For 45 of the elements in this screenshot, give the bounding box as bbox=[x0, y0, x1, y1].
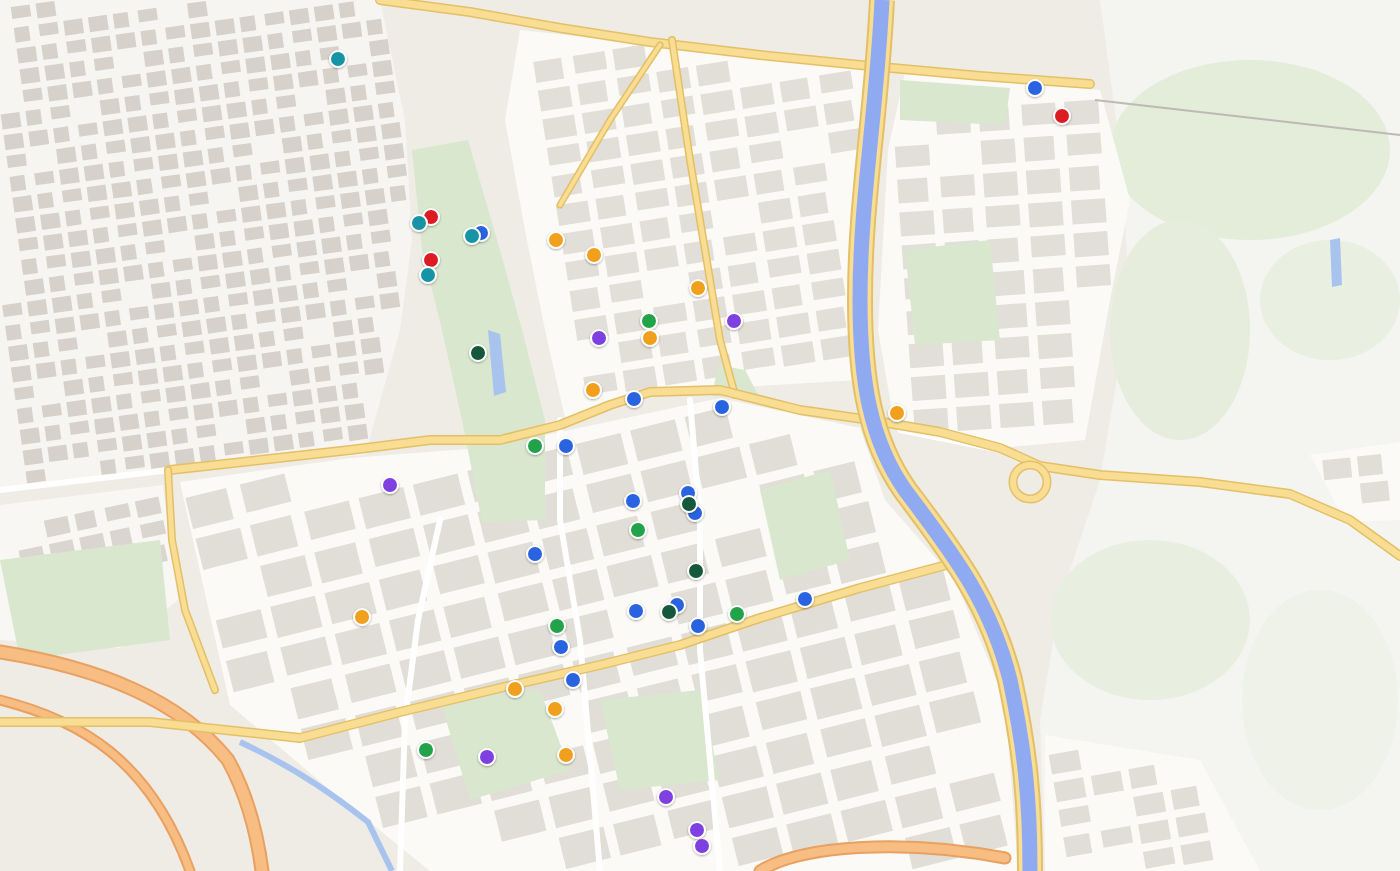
map-marker-icon[interactable] bbox=[590, 329, 608, 347]
map-marker-icon[interactable] bbox=[417, 741, 435, 759]
map-marker-icon[interactable] bbox=[627, 602, 645, 620]
water-area bbox=[1330, 238, 1342, 287]
map-marker-icon[interactable] bbox=[687, 562, 705, 580]
map-marker-icon[interactable] bbox=[888, 404, 906, 422]
map-marker-icon[interactable] bbox=[1026, 79, 1044, 97]
map-marker-icon[interactable] bbox=[624, 492, 642, 510]
roundabout bbox=[1008, 460, 1052, 504]
map-marker-icon[interactable] bbox=[641, 329, 659, 347]
map-marker-icon[interactable] bbox=[526, 545, 544, 563]
map-marker-icon[interactable] bbox=[713, 398, 731, 416]
map-marker-icon[interactable] bbox=[557, 437, 575, 455]
map-marker-icon[interactable] bbox=[506, 680, 524, 698]
map-marker-icon[interactable] bbox=[547, 231, 565, 249]
map-marker-icon[interactable] bbox=[1053, 107, 1071, 125]
map-marker-icon[interactable] bbox=[353, 608, 371, 626]
map-marker-icon[interactable] bbox=[557, 746, 575, 764]
map-marker-icon[interactable] bbox=[625, 390, 643, 408]
map-marker-icon[interactable] bbox=[410, 214, 428, 232]
map-marker-icon[interactable] bbox=[548, 617, 566, 635]
map-marker-icon[interactable] bbox=[469, 344, 487, 362]
map-marker-icon[interactable] bbox=[689, 279, 707, 297]
map-marker-icon[interactable] bbox=[728, 605, 746, 623]
map-marker-icon[interactable] bbox=[478, 748, 496, 766]
map-marker-icon[interactable] bbox=[381, 476, 399, 494]
map-marker-icon[interactable] bbox=[629, 521, 647, 539]
map-marker-icon[interactable] bbox=[796, 590, 814, 608]
map-marker-icon[interactable] bbox=[329, 50, 347, 68]
map-marker-icon[interactable] bbox=[585, 246, 603, 264]
map-marker-icon[interactable] bbox=[564, 671, 582, 689]
map-marker-icon[interactable] bbox=[419, 266, 437, 284]
map-marker-icon[interactable] bbox=[640, 312, 658, 330]
map-marker-icon[interactable] bbox=[657, 788, 675, 806]
map-marker-icon[interactable] bbox=[463, 227, 481, 245]
map-marker-icon[interactable] bbox=[660, 603, 678, 621]
map-marker-icon[interactable] bbox=[689, 617, 707, 635]
city-block-grid bbox=[1322, 454, 1390, 504]
map-marker-icon[interactable] bbox=[725, 312, 743, 330]
map-marker-icon[interactable] bbox=[546, 700, 564, 718]
map-marker-icon[interactable] bbox=[688, 821, 706, 839]
map-marker-icon[interactable] bbox=[680, 495, 698, 513]
map-marker-icon[interactable] bbox=[584, 381, 602, 399]
map-marker-icon[interactable] bbox=[526, 437, 544, 455]
map-marker-icon[interactable] bbox=[552, 638, 570, 656]
